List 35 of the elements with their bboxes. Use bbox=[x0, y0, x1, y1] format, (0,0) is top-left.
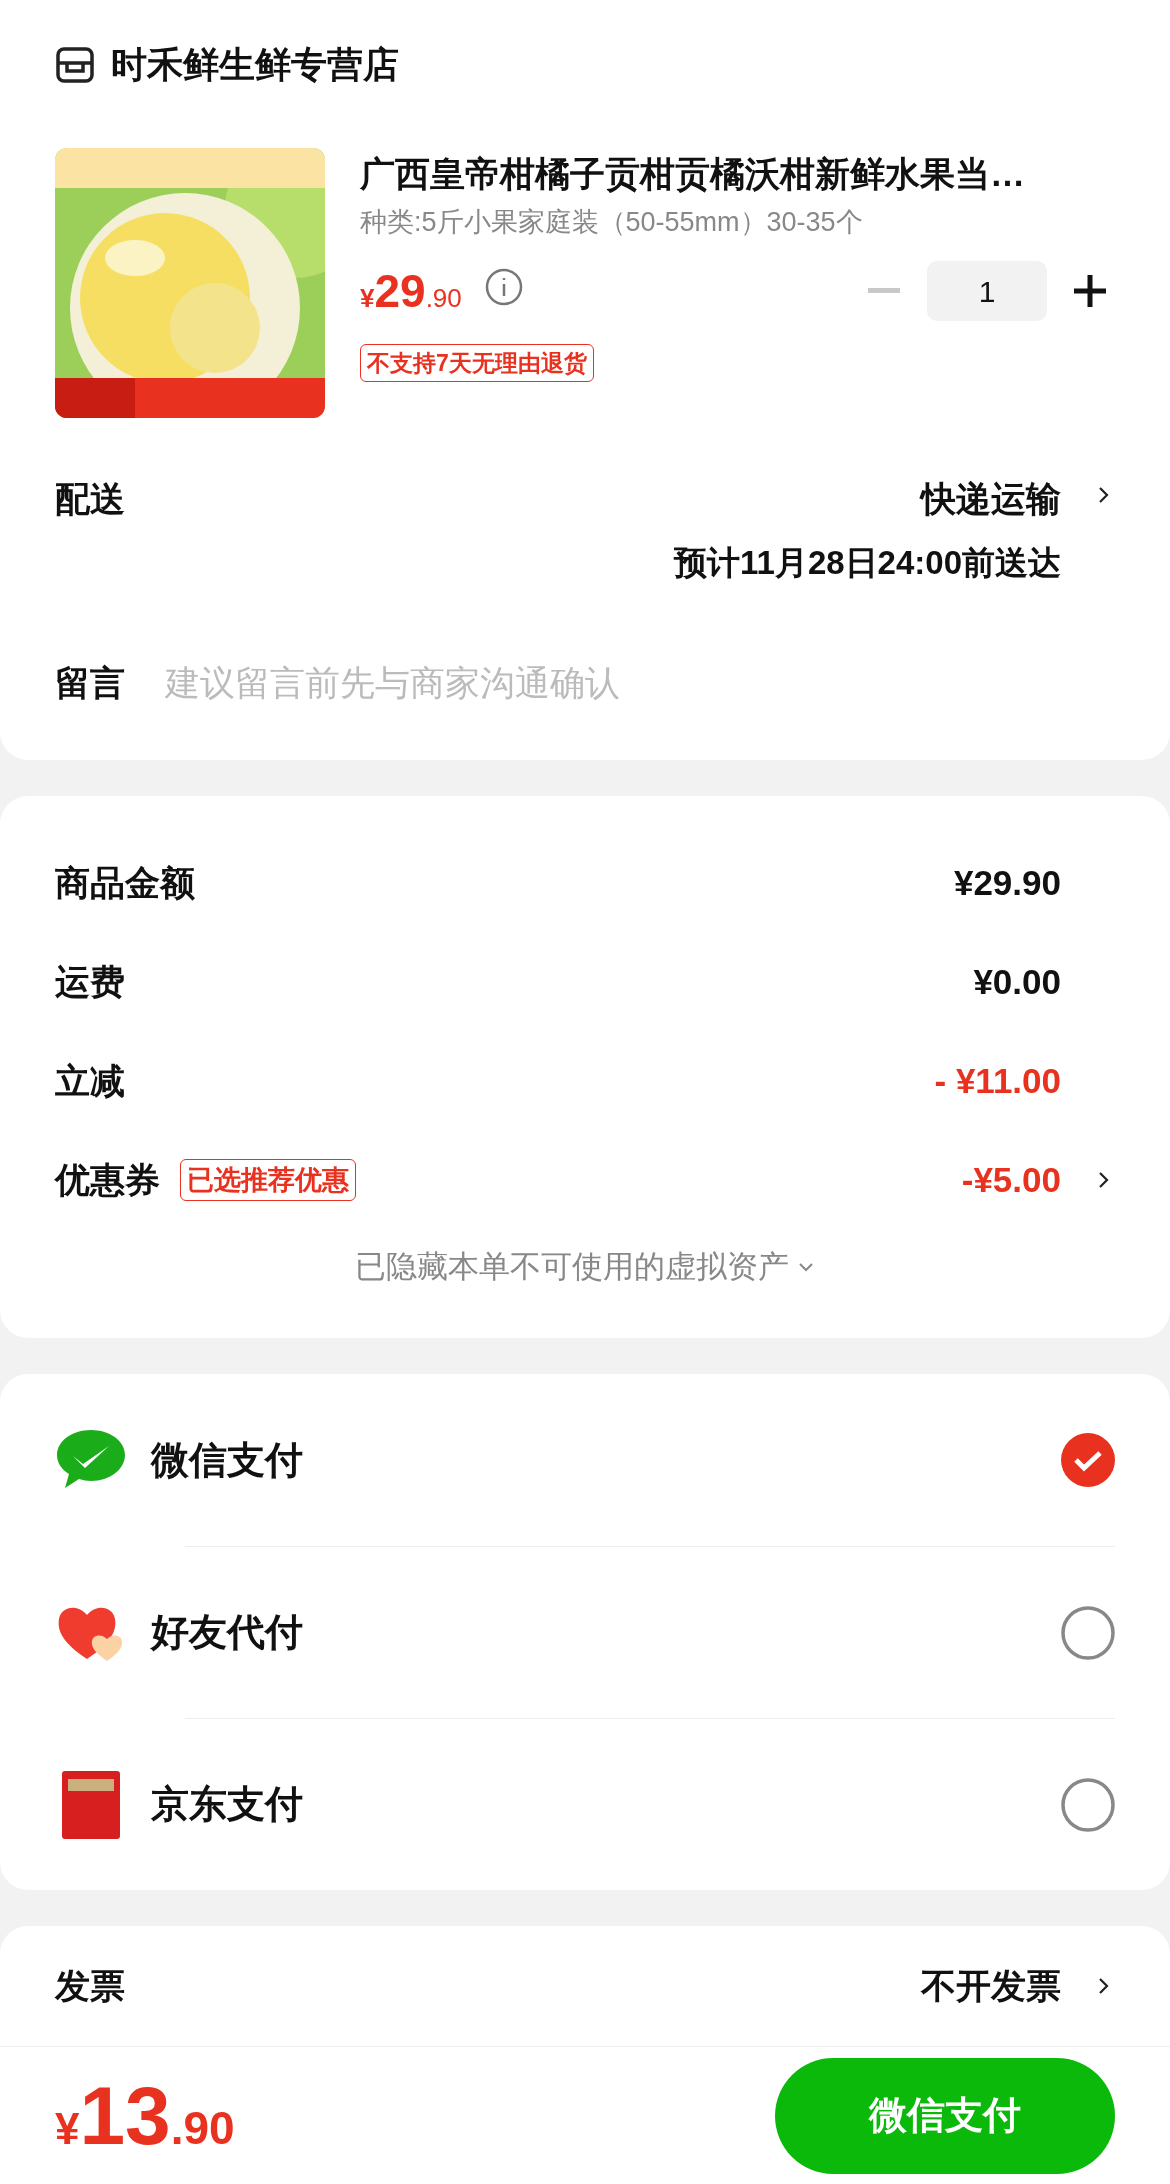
amount-label: 优惠券 bbox=[55, 1158, 160, 1201]
chevron-down-icon bbox=[797, 1260, 815, 1273]
card-icon bbox=[60, 1768, 122, 1841]
total-price: ¥13.90 bbox=[55, 2069, 235, 2163]
return-policy-tag: 不支持7天无理由退货 bbox=[360, 343, 594, 382]
hidden-assets-note: 已隐藏本单不可使用的虚拟资产 bbox=[355, 1247, 789, 1286]
quantity-field[interactable]: 1 bbox=[927, 261, 1047, 321]
delivery-label: 配送 bbox=[55, 478, 125, 520]
payment-method[interactable]: 微信支付 bbox=[151, 1431, 303, 1489]
product-variant: 种类:5斤小果家庭装（50-55mm）30-35个 bbox=[360, 206, 864, 239]
minus-icon bbox=[868, 288, 900, 294]
amount-label: 运费 bbox=[55, 960, 125, 1003]
payment-method[interactable]: 京东支付 bbox=[151, 1776, 303, 1833]
store-icon bbox=[55, 45, 95, 85]
info-icon bbox=[483, 267, 524, 307]
amount-label: 商品金额 bbox=[55, 861, 195, 904]
delivery-method: 快递运输 bbox=[921, 478, 1061, 520]
radio-button[interactable] bbox=[1061, 1777, 1115, 1832]
product-title: 广西皇帝柑橘子贡柑贡橘沃柑新鲜水果当… bbox=[360, 153, 1026, 195]
amount-value: - ¥11.00 bbox=[934, 1059, 1061, 1102]
store-name: 时禾鲜生鲜专营店 bbox=[111, 43, 399, 87]
unit-price: ¥29.90 bbox=[360, 263, 462, 319]
invoice-value: 不开发票 bbox=[921, 1964, 1061, 2007]
message-label: 留言 bbox=[55, 662, 125, 704]
invoice-label: 发票 bbox=[55, 1964, 125, 2007]
amount-label: 立减 bbox=[55, 1059, 125, 1102]
plus-icon bbox=[1074, 275, 1106, 307]
checked-radio[interactable] bbox=[1061, 1433, 1115, 1487]
amount-value: -¥5.00 bbox=[961, 1158, 1061, 1201]
coupon-tag: 已选推荐优惠 bbox=[180, 1158, 356, 1202]
delivery-eta: 预计11月28日24:00前送达 bbox=[674, 542, 1061, 583]
amount-value: ¥0.00 bbox=[973, 960, 1061, 1003]
radio-button[interactable] bbox=[1061, 1605, 1115, 1660]
amount-value: ¥29.90 bbox=[953, 861, 1061, 904]
payment-method[interactable]: 好友代付 bbox=[151, 1604, 303, 1661]
